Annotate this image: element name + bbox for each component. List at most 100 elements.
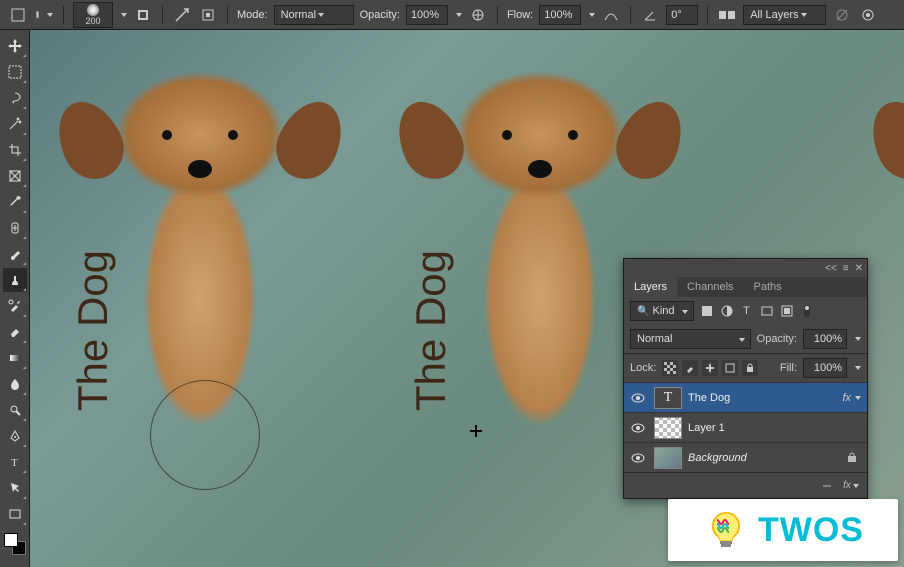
layer-opacity-input[interactable]: 100%: [803, 329, 847, 349]
visibility-toggle[interactable]: [628, 453, 648, 463]
brush-size-value: 200: [85, 16, 100, 26]
text-layer-instance: The Dog: [410, 250, 452, 411]
angle-input[interactable]: 0°: [666, 5, 698, 25]
link-layers-icon[interactable]: [819, 478, 835, 494]
aligned-checkbox[interactable]: [717, 5, 737, 25]
filter-shape-icon[interactable]: [760, 304, 774, 318]
layer-name[interactable]: Layer 1: [688, 422, 867, 434]
tab-layers[interactable]: Layers: [624, 277, 677, 297]
lock-position-icon[interactable]: [702, 360, 718, 376]
opacity-input[interactable]: 100%: [406, 5, 448, 25]
options-bar: 200 Mode: Normal Opacity: 100% Flow: 100…: [0, 0, 904, 30]
watermark-text: TWOS: [758, 511, 864, 550]
panel-menu-icon[interactable]: ≡: [843, 263, 849, 274]
pressure-size-icon[interactable]: [858, 5, 878, 25]
ignore-adjustment-icon[interactable]: [832, 5, 852, 25]
lock-transparency-icon[interactable]: [662, 360, 678, 376]
history-brush-tool[interactable]: [3, 294, 27, 318]
brush-preset-picker[interactable]: 200: [73, 2, 113, 28]
collapse-icon[interactable]: <<: [825, 263, 837, 274]
brush-settings-icon[interactable]: [133, 5, 153, 25]
angle-icon[interactable]: [640, 5, 660, 25]
layers-panel: << ≡ ✕ Layers Channels Paths 🔍 Kind T No…: [623, 258, 868, 499]
brush-tool[interactable]: [3, 242, 27, 266]
frame-tool[interactable]: [3, 164, 27, 188]
layer-fx-icon[interactable]: fx: [843, 478, 859, 494]
tab-paths[interactable]: Paths: [744, 277, 792, 297]
path-select-tool[interactable]: [3, 476, 27, 500]
type-tool[interactable]: T: [3, 450, 27, 474]
eyedropper-tool[interactable]: [3, 190, 27, 214]
watermark: TWOS: [668, 499, 898, 561]
clone-source-crosshair: [470, 425, 482, 437]
blend-mode-select[interactable]: Normal: [274, 5, 354, 25]
lasso-tool[interactable]: [3, 86, 27, 110]
color-swatches[interactable]: [3, 532, 27, 556]
pressure-opacity-icon[interactable]: [468, 5, 488, 25]
dodge-tool[interactable]: [3, 398, 27, 422]
aligned-toggle[interactable]: [172, 5, 192, 25]
flow-input[interactable]: 100%: [539, 5, 581, 25]
close-icon[interactable]: ✕: [855, 263, 863, 274]
pen-tool[interactable]: [3, 424, 27, 448]
clone-stamp-tool[interactable]: [3, 268, 27, 292]
layers-list: T The Dog fx Layer 1 Background: [624, 382, 867, 472]
layer-row[interactable]: Layer 1: [624, 412, 867, 442]
sample-layers-select[interactable]: All Layers: [743, 5, 825, 25]
layer-name[interactable]: Background: [688, 452, 847, 464]
airbrush-icon[interactable]: [601, 5, 621, 25]
layers-panel-footer: fx: [624, 472, 867, 498]
crop-tool[interactable]: [3, 138, 27, 162]
image-content: [864, 40, 904, 470]
visibility-toggle[interactable]: [628, 423, 648, 433]
tab-channels[interactable]: Channels: [677, 277, 743, 297]
chevron-down-icon[interactable]: [855, 337, 861, 341]
magic-wand-tool[interactable]: [3, 112, 27, 136]
home-icon[interactable]: [8, 5, 28, 25]
layer-row[interactable]: Background: [624, 442, 867, 472]
eraser-tool[interactable]: [3, 320, 27, 344]
filter-smart-icon[interactable]: [780, 304, 794, 318]
lock-pixels-icon[interactable]: [682, 360, 698, 376]
panel-tabs: Layers Channels Paths: [624, 277, 867, 297]
layer-thumbnail[interactable]: T: [654, 387, 682, 409]
fill-input[interactable]: 100%: [803, 358, 847, 378]
tool-preset-picker[interactable]: [34, 5, 54, 25]
flow-label: Flow:: [507, 9, 533, 21]
lightbulb-icon: [702, 506, 750, 554]
filter-pixel-icon[interactable]: [700, 304, 714, 318]
fill-label: Fill:: [780, 362, 797, 374]
chevron-down-icon[interactable]: [855, 366, 861, 370]
marquee-tool[interactable]: [3, 60, 27, 84]
visibility-toggle[interactable]: [628, 393, 648, 403]
foreground-color-swatch[interactable]: [4, 533, 18, 547]
filter-adjustment-icon[interactable]: [720, 304, 734, 318]
mode-label: Mode:: [237, 9, 268, 21]
svg-text:T: T: [11, 457, 18, 469]
layer-thumbnail[interactable]: [654, 447, 682, 469]
lock-artboard-icon[interactable]: [722, 360, 738, 376]
filter-toggle-switch[interactable]: [800, 304, 814, 318]
chevron-down-icon[interactable]: [456, 13, 462, 17]
move-tool[interactable]: [3, 34, 27, 58]
chevron-down-icon[interactable]: [589, 13, 595, 17]
lock-all-icon[interactable]: [742, 360, 758, 376]
text-layer-instance: The Dog: [72, 250, 114, 411]
layer-name[interactable]: The Dog: [688, 392, 842, 404]
filter-type-icon[interactable]: T: [740, 304, 754, 318]
opacity-label: Opacity:: [360, 9, 400, 21]
sample-toggle[interactable]: [198, 5, 218, 25]
layer-filter-select[interactable]: 🔍 Kind: [630, 301, 694, 321]
layer-opacity-label: Opacity:: [757, 333, 797, 345]
lock-icon: [847, 452, 861, 463]
layer-row[interactable]: T The Dog fx: [624, 382, 867, 412]
chevron-down-icon[interactable]: [121, 13, 127, 17]
lock-label: Lock:: [630, 362, 656, 374]
blur-tool[interactable]: [3, 372, 27, 396]
layer-blend-mode-select[interactable]: Normal: [630, 329, 751, 349]
layer-thumbnail[interactable]: [654, 417, 682, 439]
rectangle-tool[interactable]: [3, 502, 27, 526]
healing-tool[interactable]: [3, 216, 27, 240]
gradient-tool[interactable]: [3, 346, 27, 370]
layer-effects-indicator[interactable]: fx: [842, 392, 861, 404]
